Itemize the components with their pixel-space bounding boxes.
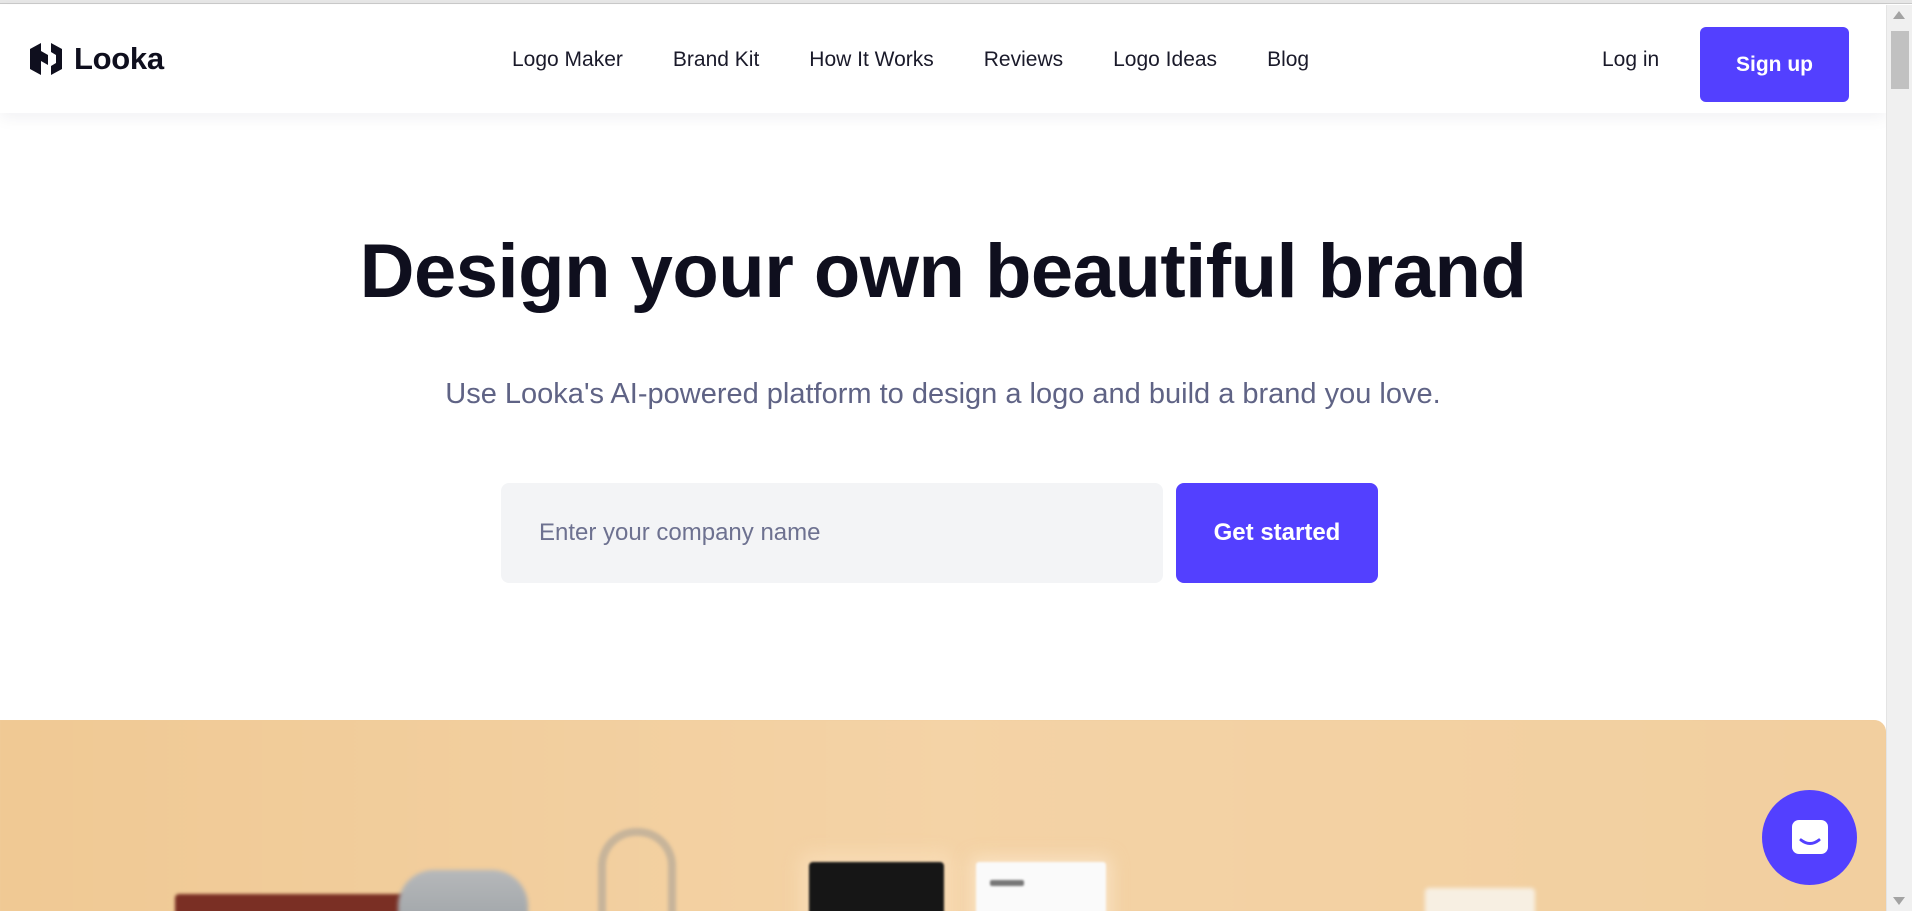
mockup-light-card (1425, 888, 1535, 911)
hero-subtitle: Use Looka's AI-powered platform to desig… (445, 378, 1441, 410)
chat-icon (1791, 819, 1828, 854)
get-started-button[interactable]: Get started (1176, 483, 1378, 583)
nav-logo-maker[interactable]: Logo Maker (512, 48, 623, 72)
scroll-up-arrow-icon[interactable] (1893, 11, 1905, 19)
site-header: Looka Logo Maker Brand Kit How It Works … (0, 5, 1886, 113)
scroll-down-arrow-icon[interactable] (1893, 897, 1905, 905)
login-link[interactable]: Log in (1602, 48, 1659, 72)
company-name-input[interactable] (501, 483, 1163, 583)
nav-reviews[interactable]: Reviews (984, 48, 1063, 72)
nav-blog[interactable]: Blog (1267, 48, 1309, 72)
main-nav: Logo Maker Brand Kit How It Works Review… (512, 48, 1309, 72)
page-scrollbar[interactable] (1886, 5, 1912, 911)
mockup-white-card (976, 862, 1106, 911)
brand-logo-link[interactable]: Looka (28, 41, 164, 77)
mockup-clip (598, 828, 676, 911)
signup-button[interactable]: Sign up (1700, 27, 1849, 102)
mockup-mug (398, 870, 528, 911)
mockup-dark-card (809, 862, 944, 911)
brand-name: Looka (74, 41, 164, 76)
nav-brand-kit[interactable]: Brand Kit (673, 48, 759, 72)
hero-title: Design your own beautiful brand (359, 229, 1527, 314)
looka-logo-icon (30, 43, 62, 75)
browser-top-border (0, 0, 1912, 4)
scroll-thumb[interactable] (1891, 31, 1909, 89)
mockup-book (175, 894, 415, 911)
nav-logo-ideas[interactable]: Logo Ideas (1113, 48, 1217, 72)
nav-how-it-works[interactable]: How It Works (809, 48, 933, 72)
chat-launcher-button[interactable] (1762, 790, 1857, 885)
brand-showcase-image (0, 720, 1886, 911)
